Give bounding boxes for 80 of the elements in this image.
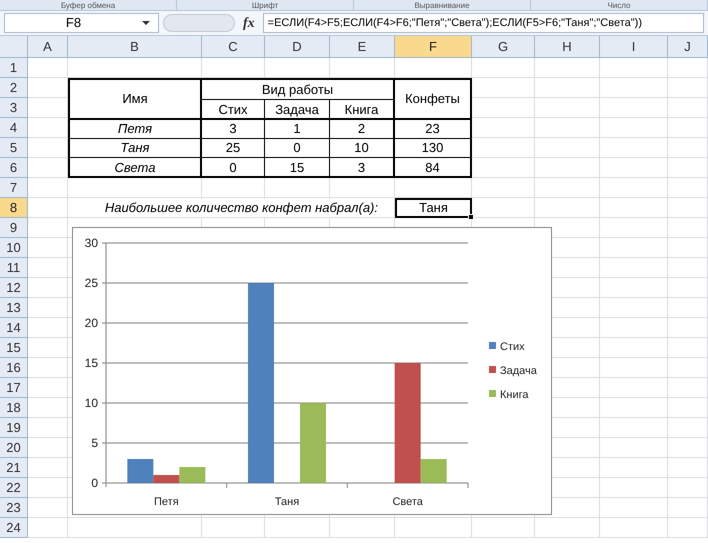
column-header[interactable]: A [28,36,68,57]
row-header[interactable]: 9 [0,218,28,238]
row-header[interactable]: 5 [0,138,28,158]
ribbon-group-label: Число [531,0,708,10]
column-header[interactable]: I [600,36,668,57]
row-header[interactable]: 22 [0,478,28,498]
column-header[interactable]: D [265,36,330,57]
column-header[interactable]: G [472,36,535,57]
legend-label: Стих [500,341,525,353]
category-label: Света [392,496,423,508]
row-header[interactable]: 11 [0,258,28,278]
row-header[interactable]: 15 [0,338,28,358]
column-header[interactable]: E [330,36,395,57]
axis-tick-label: 10 [84,396,98,410]
table-cell: 2 [330,120,395,138]
row-header[interactable]: 13 [0,298,28,318]
row-header[interactable]: 6 [0,158,28,178]
table-cell: 25 [202,139,265,157]
table-header-cell: Имя [70,80,202,118]
table-header-cell-text: Конфеты [404,90,461,108]
row-header[interactable]: 3 [0,98,28,118]
axis-tick-label: 5 [91,436,98,450]
row-header[interactable]: 20 [0,438,28,458]
table-cell: 0 [202,158,265,177]
category-label: Таня [274,496,300,508]
table-cell: 0 [265,139,330,157]
row-header[interactable]: 8 [0,198,28,218]
column-header[interactable]: H [535,36,600,57]
table-cell: 3 [202,120,265,138]
row-header[interactable]: 12 [0,278,28,298]
row-header[interactable]: 17 [0,378,28,398]
table-cell-text: 130 [420,139,444,157]
table-cell: Петя [70,120,202,138]
name-box[interactable]: F8 [4,13,159,33]
table-cell: Таня [70,139,202,157]
select-all-corner[interactable] [0,36,28,57]
formula-field[interactable]: =ЕСЛИ(F4>F5;ЕСЛИ(F4>F6;"Петя";"Света");ЕСЛИ(F5>F6;"Таня";"Света")) [262,13,704,33]
insert-function-button[interactable]: fx [239,12,259,34]
row-header[interactable]: 2 [0,78,28,98]
table-header-cell: Стих [202,100,265,120]
table-cell: 15 [265,158,330,177]
legend-label: Задача [500,365,537,377]
column-header[interactable]: F [395,36,472,57]
axis-tick-label: 20 [84,316,98,330]
row-header[interactable]: 23 [0,498,28,518]
table-cell-text: 23 [424,120,441,138]
row-header[interactable]: 10 [0,238,28,258]
column-header[interactable]: J [668,36,708,57]
ribbon-group-label: Буфер обмена [0,0,177,10]
column-header[interactable]: B [68,36,202,57]
table-header-cell: Задача [265,100,330,120]
row-header[interactable]: 16 [0,358,28,378]
row-header[interactable]: 19 [0,418,28,438]
category-label: Петя [154,496,179,508]
row-header[interactable]: 14 [0,318,28,338]
selected-cell[interactable]: Таня [395,198,472,218]
row-header[interactable]: 7 [0,178,28,198]
table-cell: Света [70,158,202,177]
table-cell: 10 [330,139,395,157]
ribbon-group-label: Шрифт [177,0,354,10]
table-header-cell: Вид работы [202,80,393,100]
table-cell: 3 [330,158,395,177]
axis-tick-label: 0 [91,476,98,490]
row-header[interactable]: 4 [0,118,28,138]
axis-tick-label: 30 [84,236,98,250]
row-header[interactable]: 24 [0,518,28,538]
table-cell-text: 84 [424,158,441,177]
ribbon-group-label: Выравнивание [354,0,531,10]
dropdown-caret-icon [142,21,150,25]
table-header-cell-text: Книга [344,101,380,119]
table-cell: 1 [265,120,330,138]
fill-handle[interactable] [468,214,474,220]
splitter-handle[interactable] [163,14,235,32]
row-header[interactable]: 18 [0,398,28,418]
row-header[interactable]: 1 [0,58,28,78]
legend-label: Книга [500,389,529,401]
row-header[interactable]: 21 [0,458,28,478]
axis-tick-label: 25 [84,276,98,290]
column-header[interactable]: C [202,36,265,57]
axis-tick-label: 15 [84,356,98,370]
